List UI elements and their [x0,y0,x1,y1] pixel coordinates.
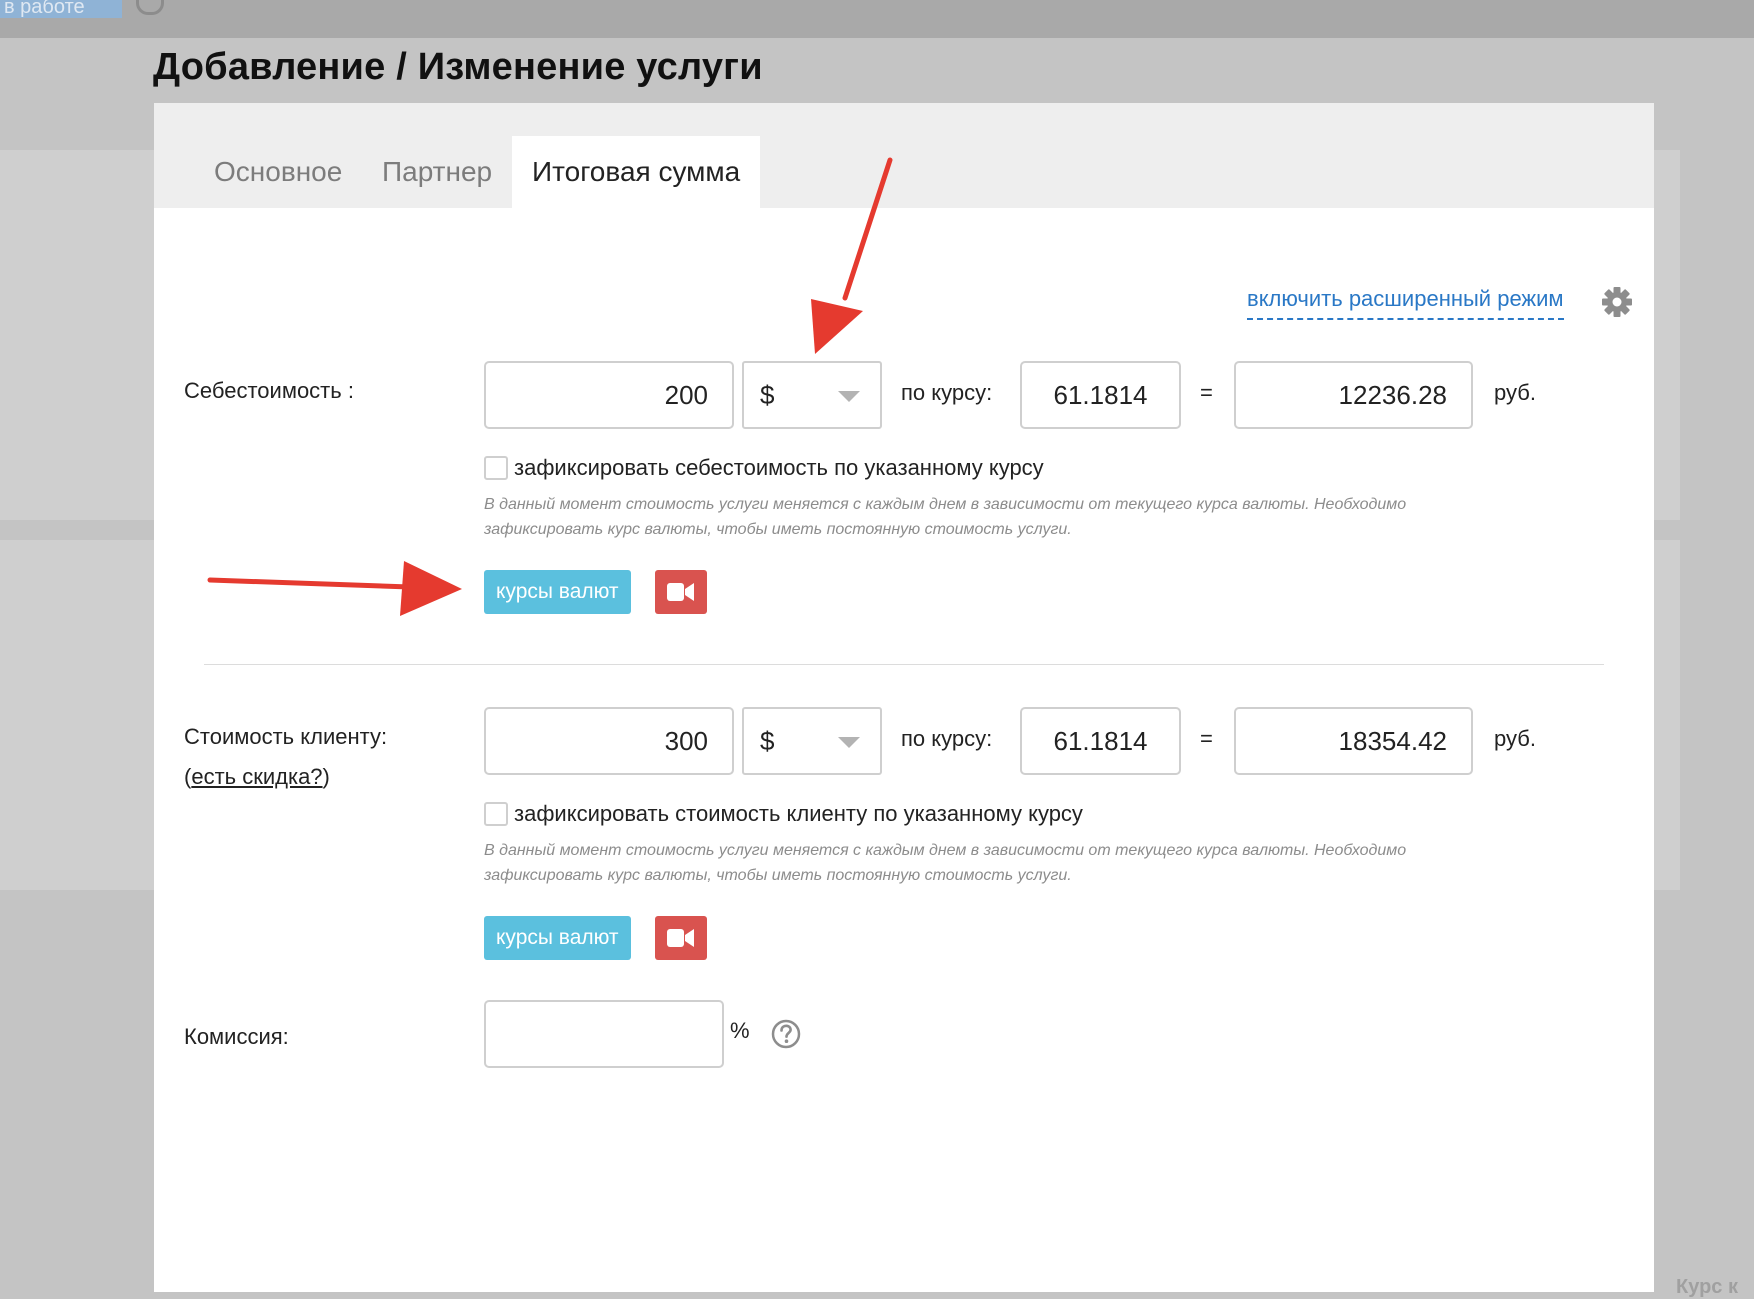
cost-total-unit: руб. [1494,380,1536,405]
discount-link[interactable]: есть скидка? [191,764,322,789]
client-price-total-unit: руб. [1494,726,1536,751]
background-refresh-icon [136,0,164,15]
client-price-currency-value: $ [760,726,775,756]
section-divider [204,664,1604,665]
cost-amount-input[interactable]: 200 [484,361,734,429]
chevron-down-icon [838,737,860,748]
commission-label: Комиссия: [184,1024,289,1049]
cost-currency-value: $ [760,380,775,410]
page-title: Добавление / Изменение услуги [153,46,763,88]
tab-total[interactable]: Итоговая сумма [512,136,761,208]
client-price-equals-sign: = [1200,726,1213,751]
client-price-hint-text: В данный момент стоимость услуги меняетс… [484,842,1407,884]
cost-rate-input[interactable]: 61.1814 [1020,361,1181,429]
video-camera-icon [667,929,694,947]
tab-main[interactable]: Основное [194,136,362,208]
client-price-currency-select[interactable]: $ [742,707,882,775]
client-price-total-input[interactable]: 18354.42 [1234,707,1473,775]
cost-currency-select[interactable]: $ [742,361,882,429]
background-label: Курс к [1676,1276,1738,1298]
chevron-down-icon [838,391,860,402]
client-price-label: Стоимость клиенту: [184,724,388,749]
commission-unit: % [730,1018,750,1043]
question-circle-icon[interactable] [771,1019,801,1049]
background-status-button: в работе [0,0,122,18]
client-price-fix-checkbox[interactable] [484,802,508,826]
discount-link-wrapper: (есть скидка?) [184,764,330,790]
cost-video-button[interactable] [655,570,707,614]
cost-equals-sign: = [1200,380,1213,405]
cost-rate-label: по курсу: [901,380,993,405]
gear-icon[interactable] [1602,287,1632,317]
cost-hint-text: В данный момент стоимость услуги меняетс… [484,496,1407,538]
client-price-video-button[interactable] [655,916,707,960]
client-price-amount-input[interactable]: 300 [484,707,734,775]
discount-link-close-paren: ) [322,764,330,789]
tab-partner[interactable]: Партнер [362,136,512,208]
client-price-currency-rates-button[interactable]: курсы валют [484,916,631,960]
tab-bar: Основное Партнер Итоговая сумма [154,103,1654,208]
cost-fix-label[interactable]: зафиксировать себестоимость по указанном… [514,455,1044,481]
cost-fix-checkbox[interactable] [484,456,508,480]
background-topbar: в работе [0,0,1754,38]
cost-currency-rates-button[interactable]: курсы валют [484,570,631,614]
advanced-mode-link[interactable]: включить расширенный режим [1247,286,1564,320]
cost-total-input[interactable]: 12236.28 [1234,361,1473,429]
commission-input[interactable] [484,1000,724,1068]
video-camera-icon [667,583,694,601]
client-price-rate-input[interactable]: 61.1814 [1020,707,1181,775]
client-price-fix-label[interactable]: зафиксировать стоимость клиенту по указа… [514,801,1083,827]
cost-label: Себестоимость : [184,378,354,403]
service-edit-modal: Основное Партнер Итоговая сумма включить… [154,103,1654,1292]
client-price-rate-label: по курсу: [901,726,993,751]
